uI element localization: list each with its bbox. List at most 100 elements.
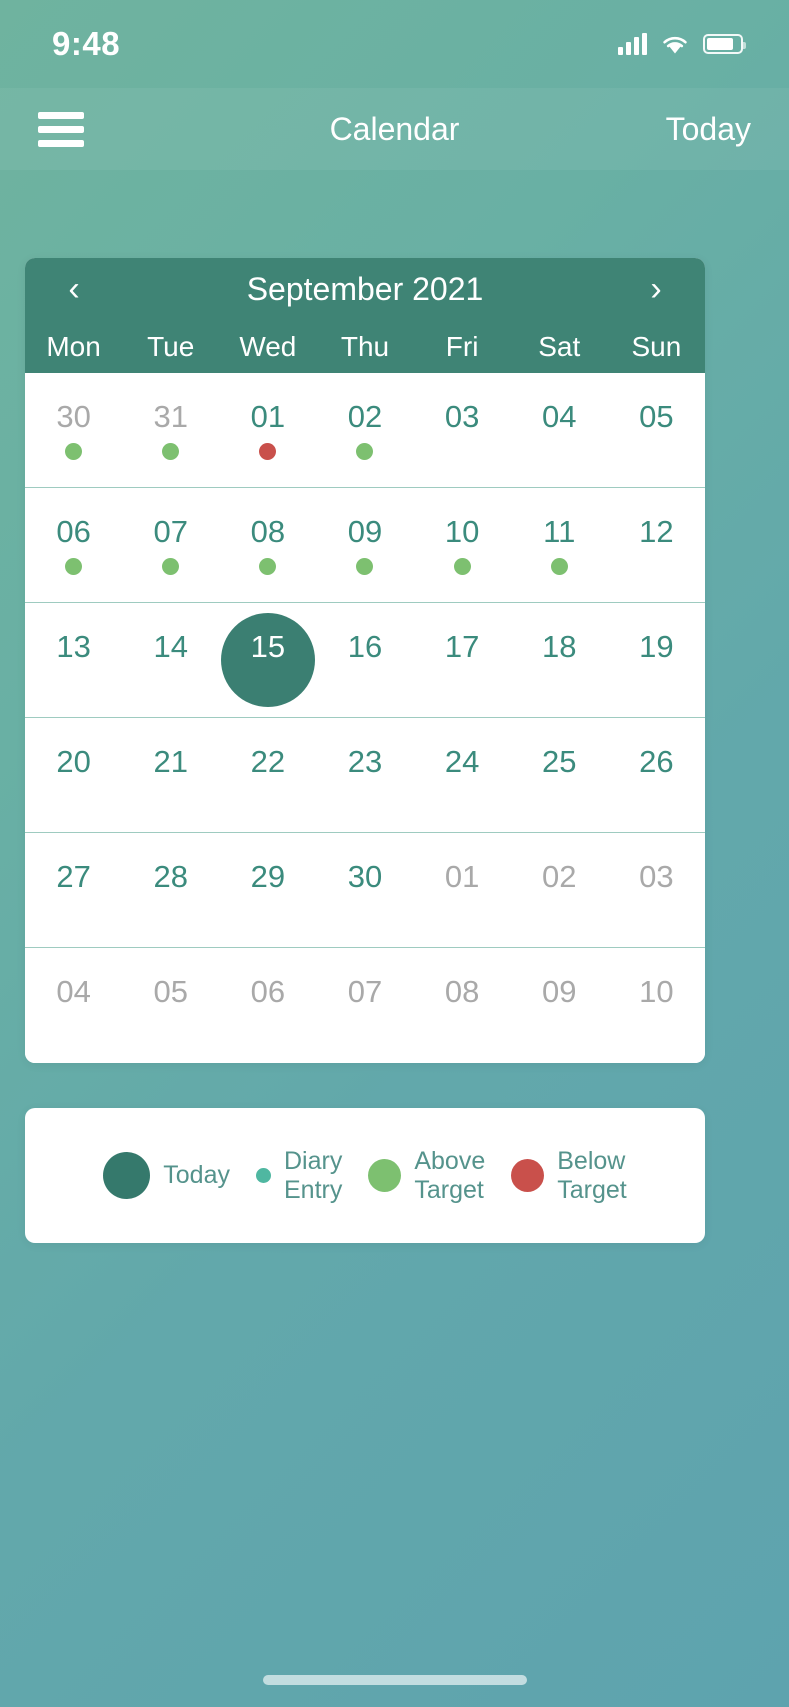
calendar-day-cell[interactable]: 01 (219, 373, 316, 487)
calendar-day-cell[interactable]: 30 (25, 373, 122, 487)
next-month-icon[interactable]: › (641, 272, 671, 306)
calendar-day-cell[interactable]: 09 (316, 488, 413, 602)
no-entry-dot-placeholder (162, 673, 179, 690)
legend-item-below: Below Target (498, 1147, 639, 1205)
calendar-day-cell[interactable]: 05 (608, 373, 705, 487)
calendar-day-cell[interactable]: 13 (25, 603, 122, 717)
calendar-month-label: September 2021 (246, 270, 484, 307)
calendar-day-cell[interactable]: 11 (511, 488, 608, 602)
calendar-day-cell[interactable]: 23 (316, 718, 413, 832)
above-target-dot-icon (356, 557, 374, 575)
calendar-day-number: 08 (250, 513, 286, 549)
above-target-dot-icon (65, 442, 83, 460)
calendar-day-cell[interactable]: 03 (414, 373, 511, 487)
calendar-day-cell[interactable]: 29 (219, 833, 316, 947)
calendar-day-cell[interactable]: 05 (122, 948, 219, 1063)
calendar-day-number: 26 (639, 743, 674, 779)
calendar-week-row: 20 21 22 23 24 25 26 (25, 718, 705, 833)
calendar-day-cell[interactable]: 07 (316, 948, 413, 1063)
calendar-day-cell[interactable]: 02 (316, 373, 413, 487)
no-entry-dot-placeholder (356, 903, 373, 920)
weekday-label-wed: Wed (239, 330, 297, 362)
calendar-day-cell[interactable]: 27 (25, 833, 122, 947)
calendar-day-cell[interactable]: 08 (219, 488, 316, 602)
calendar-week-row: 27 28 29 30 01 02 03 (25, 833, 705, 948)
calendar-day-number: 19 (639, 628, 674, 664)
calendar-day-cell[interactable]: 26 (608, 718, 705, 832)
calendar-day-cell[interactable]: 07 (122, 488, 219, 602)
no-entry-dot-placeholder (551, 788, 568, 805)
weekday-label-thu: Thu (340, 330, 390, 362)
hamburger-line (38, 111, 84, 119)
calendar-day-cell[interactable]: 14 (122, 603, 219, 717)
calendar-day-cell[interactable]: 04 (25, 948, 122, 1063)
calendar-day-number: 05 (639, 398, 674, 434)
no-entry-dot-placeholder (454, 903, 471, 920)
calendar-day-number: 06 (250, 974, 286, 1009)
calendar-day-number: 09 (347, 513, 383, 549)
no-entry-dot-placeholder (648, 558, 665, 575)
calendar-day-cell[interactable]: 18 (511, 603, 608, 717)
calendar-day-number: 03 (444, 398, 480, 434)
no-entry-dot-placeholder (356, 1018, 373, 1035)
legend-label-today: Today (163, 1161, 230, 1190)
calendar-day-cell[interactable]: 28 (122, 833, 219, 947)
calendar-day-cell[interactable]: 25 (511, 718, 608, 832)
legend-label-below: Below Target (557, 1146, 627, 1204)
calendar-day-number: 18 (542, 628, 577, 664)
calendar-day-cell[interactable]: 30 (316, 833, 413, 947)
calendar-day-number: 09 (542, 974, 577, 1009)
calendar-day-cell[interactable]: 08 (414, 948, 511, 1063)
calendar-week-row: 30 31 01 02 03 04 05 (25, 373, 705, 488)
calendar-day-number: 30 (56, 398, 91, 434)
no-entry-dot-placeholder (259, 903, 276, 920)
no-entry-dot-placeholder (162, 788, 179, 805)
calendar-day-cell[interactable]: 10 (414, 488, 511, 602)
no-entry-dot-placeholder (454, 788, 471, 805)
no-entry-dot-placeholder (648, 443, 665, 460)
status-bar-time: 9:48 (52, 25, 121, 62)
calendar-day-cell[interactable]: 24 (414, 718, 511, 832)
home-indicator-bar[interactable] (262, 1675, 527, 1685)
calendar-day-number: 08 (444, 974, 480, 1009)
calendar-day-cell[interactable]: 06 (219, 948, 316, 1063)
calendar-day-cell[interactable]: 03 (608, 833, 705, 947)
hamburger-line (38, 125, 84, 133)
calendar-day-number: 22 (250, 743, 286, 779)
calendar-day-number: 12 (639, 513, 674, 549)
calendar-day-number: 31 (153, 398, 188, 434)
calendar-day-number: 04 (542, 398, 577, 434)
above-target-dot-icon (65, 557, 83, 575)
calendar-day-cell[interactable]: 16 (316, 603, 413, 717)
below-swatch-icon (511, 1159, 545, 1192)
calendar-day-cell[interactable]: 20 (25, 718, 122, 832)
below-target-dot-icon (259, 442, 277, 460)
previous-month-icon[interactable]: ‹ (59, 272, 89, 306)
calendar-day-cell[interactable]: 15 (219, 603, 316, 717)
calendar-day-cell[interactable]: 06 (25, 488, 122, 602)
calendar-day-cell[interactable]: 22 (219, 718, 316, 832)
above-swatch-icon (368, 1159, 402, 1192)
status-bar: 9:48 (0, 0, 789, 88)
calendar-day-cell[interactable]: 31 (122, 373, 219, 487)
calendar-day-number: 10 (639, 974, 674, 1009)
calendar-day-number: 04 (56, 974, 91, 1009)
calendar-day-cell[interactable]: 19 (608, 603, 705, 717)
no-entry-dot-placeholder (356, 673, 373, 690)
calendar-day-number: 13 (56, 628, 91, 664)
calendar-month-header: ‹ September 2021 › (25, 258, 705, 320)
calendar-day-cell[interactable]: 21 (122, 718, 219, 832)
today-button[interactable]: Today (666, 111, 751, 148)
calendar-day-cell[interactable]: 12 (608, 488, 705, 602)
legend-item-today: Today (90, 1152, 243, 1199)
no-entry-dot-placeholder (454, 443, 471, 460)
calendar-day-cell[interactable]: 09 (511, 948, 608, 1063)
hamburger-menu-icon[interactable] (38, 105, 84, 154)
calendar-day-cell[interactable]: 04 (511, 373, 608, 487)
calendar-day-cell[interactable]: 01 (414, 833, 511, 947)
calendar-card: ‹ September 2021 › Mon Tue Wed Thu Fri Sat Sun… (25, 258, 705, 1063)
calendar-day-cell[interactable]: 17 (414, 603, 511, 717)
calendar-day-cell[interactable]: 10 (608, 948, 705, 1063)
calendar-day-cell[interactable]: 02 (511, 833, 608, 947)
weekday-label-mon: Mon (46, 330, 101, 362)
